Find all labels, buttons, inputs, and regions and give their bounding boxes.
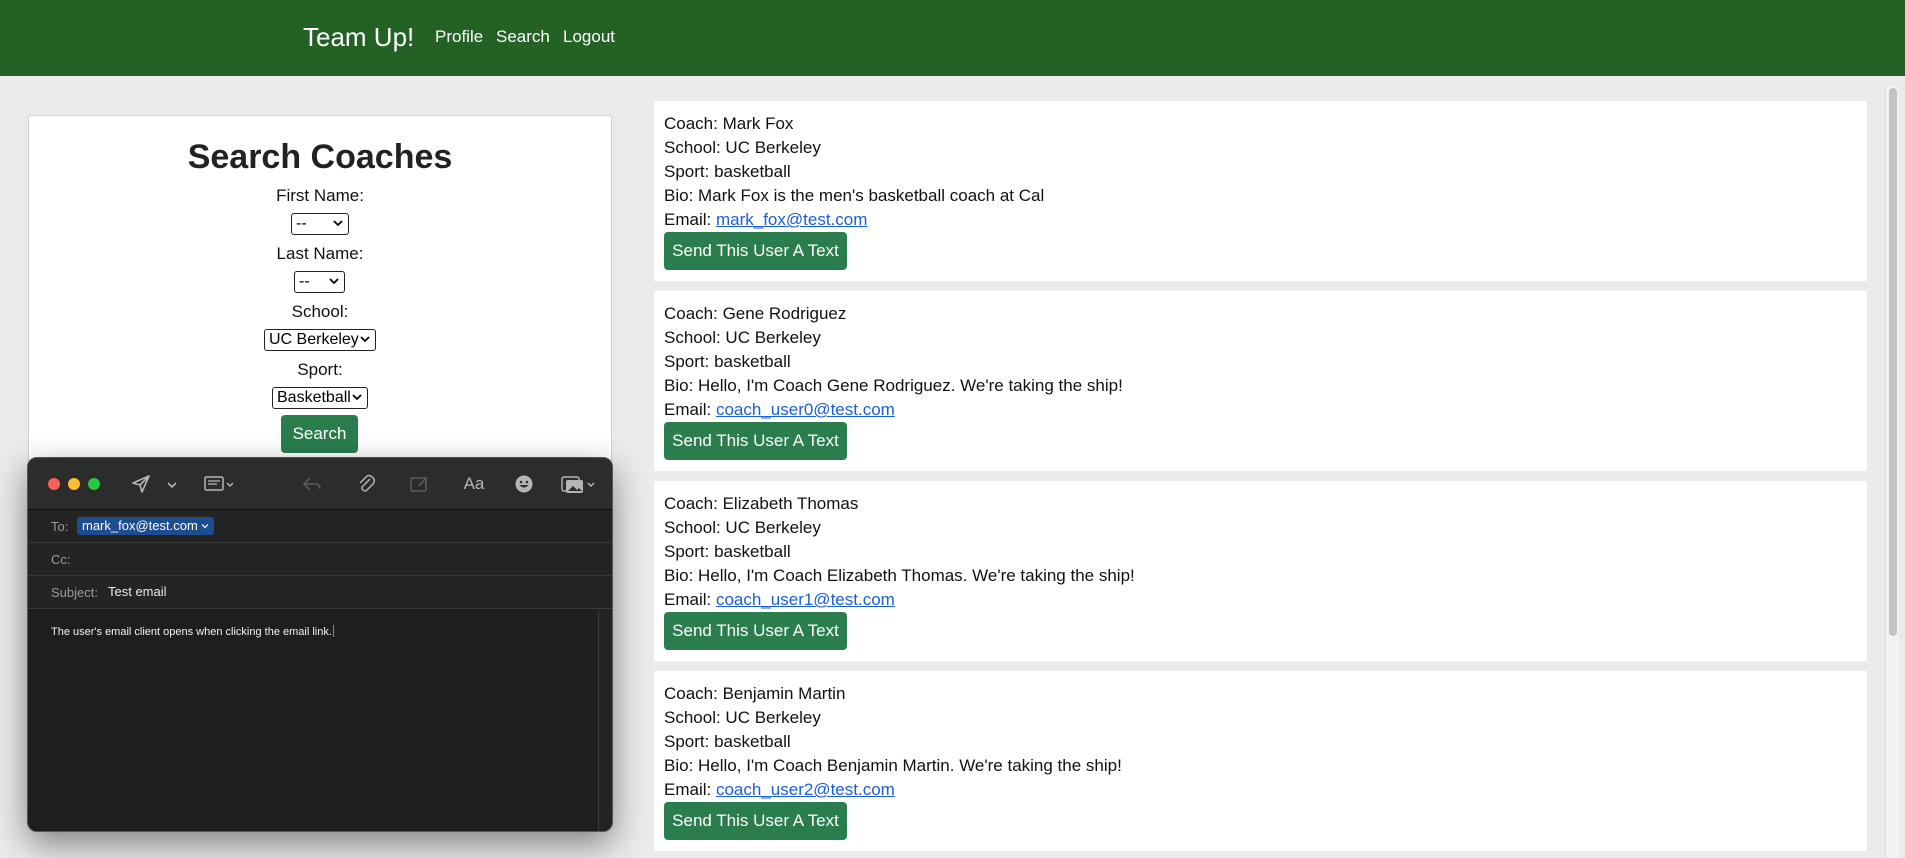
email-label: Email: bbox=[664, 590, 716, 609]
school-select[interactable]: UC Berkeley bbox=[264, 329, 376, 351]
subject-field[interactable]: Subject: Test email bbox=[28, 576, 612, 609]
coach-card: Coach: Elizabeth Thomas School: UC Berke… bbox=[654, 481, 1867, 661]
nav-link-profile[interactable]: Profile bbox=[435, 26, 483, 48]
sport-label: Sport: bbox=[297, 360, 343, 379]
mail-toolbar: Aa bbox=[28, 458, 612, 510]
school-value: UC Berkeley bbox=[269, 331, 359, 348]
markup-icon bbox=[410, 476, 428, 492]
to-label: To: bbox=[51, 519, 69, 534]
chevron-down-icon bbox=[201, 524, 209, 529]
text-cursor bbox=[332, 625, 334, 637]
coach-email-row: Email: mark_fox@test.com bbox=[664, 210, 867, 230]
navbar: Team Up! Profile Search Logout bbox=[0, 0, 1905, 76]
school-label: School: bbox=[291, 302, 349, 321]
chevron-down-icon bbox=[333, 220, 343, 227]
coach-bio: Bio: Hello, I'm Coach Elizabeth Thomas. … bbox=[664, 566, 1135, 585]
page-scrollbar[interactable] bbox=[1885, 86, 1899, 858]
send-text-button[interactable]: Send This User A Text bbox=[664, 422, 847, 460]
emoji-icon[interactable] bbox=[512, 472, 536, 496]
chevron-down-icon bbox=[329, 278, 339, 285]
coach-name: Coach: Benjamin Martin bbox=[664, 684, 846, 703]
coach-sport: Sport: basketball bbox=[664, 542, 791, 561]
email-label: Email: bbox=[664, 210, 716, 229]
coach-school: School: UC Berkeley bbox=[664, 518, 821, 537]
coach-email-row: Email: coach_user1@test.com bbox=[664, 590, 895, 610]
first-name-select[interactable]: -- bbox=[291, 213, 349, 235]
send-text-button[interactable]: Send This User A Text bbox=[664, 802, 847, 840]
email-label: Email: bbox=[664, 780, 716, 799]
coach-bio: Bio: Mark Fox is the men's basketball co… bbox=[664, 186, 1045, 205]
scrollbar-thumb[interactable] bbox=[1889, 88, 1897, 636]
cc-label: Cc: bbox=[51, 552, 71, 567]
minimize-window-button[interactable] bbox=[68, 478, 80, 490]
first-name-label: First Name: bbox=[276, 186, 364, 205]
coach-school: School: UC Berkeley bbox=[664, 328, 821, 347]
search-button[interactable]: Search bbox=[281, 415, 358, 453]
brand-link[interactable]: Team Up! bbox=[303, 21, 414, 53]
coach-card: Coach: Mark Fox School: UC Berkeley Spor… bbox=[654, 101, 1867, 281]
mail-compose-window: Aa To: mark_fox@test.com Cc: Subject: Te… bbox=[27, 457, 613, 832]
last-name-value: -- bbox=[299, 273, 310, 290]
coach-school: School: UC Berkeley bbox=[664, 138, 821, 157]
coach-school: School: UC Berkeley bbox=[664, 708, 821, 727]
coach-card: Coach: Gene Rodriguez School: UC Berkele… bbox=[654, 291, 1867, 471]
coach-email-row: Email: coach_user0@test.com bbox=[664, 400, 895, 420]
coach-bio: Bio: Hello, I'm Coach Gene Rodriguez. We… bbox=[664, 376, 1123, 395]
paperclip-icon[interactable] bbox=[354, 472, 378, 496]
message-scrollbar[interactable] bbox=[598, 610, 612, 831]
to-field[interactable]: To: mark_fox@test.com bbox=[28, 510, 612, 543]
zoom-window-button[interactable] bbox=[88, 478, 100, 490]
search-title: Search Coaches bbox=[187, 138, 453, 176]
coach-name: Coach: Mark Fox bbox=[664, 114, 794, 133]
body-text: The user's email client opens when click… bbox=[51, 626, 332, 638]
subject-value: Test email bbox=[108, 584, 167, 599]
chevron-down-icon bbox=[352, 394, 362, 401]
coach-name: Coach: Elizabeth Thomas bbox=[664, 494, 859, 513]
last-name-select[interactable]: -- bbox=[294, 271, 345, 293]
recipient-token[interactable]: mark_fox@test.com bbox=[77, 517, 215, 535]
coach-sport: Sport: basketball bbox=[664, 732, 791, 751]
sport-select[interactable]: Basketball bbox=[272, 387, 368, 409]
coach-email-row: Email: coach_user2@test.com bbox=[664, 780, 895, 800]
first-name-value: -- bbox=[296, 215, 307, 232]
font-format-button[interactable]: Aa bbox=[460, 472, 488, 496]
coach-sport: Sport: basketball bbox=[664, 352, 791, 371]
coach-card: Coach: Benjamin Martin School: UC Berkel… bbox=[654, 671, 1867, 851]
reply-icon bbox=[302, 477, 321, 491]
coach-bio: Bio: Hello, I'm Coach Benjamin Martin. W… bbox=[664, 756, 1122, 775]
email-label: Email: bbox=[664, 400, 716, 419]
send-text-button[interactable]: Send This User A Text bbox=[664, 612, 847, 650]
cc-field[interactable]: Cc: bbox=[28, 543, 612, 576]
coach-name: Coach: Gene Rodriguez bbox=[664, 304, 847, 323]
nav-link-logout[interactable]: Logout bbox=[563, 26, 615, 48]
search-panel: Search Coaches First Name: -- Last Name:… bbox=[28, 115, 612, 475]
recipient-address: mark_fox@test.com bbox=[82, 518, 198, 533]
send-icon[interactable] bbox=[129, 472, 153, 496]
message-body-text: The user's email client opens when click… bbox=[51, 625, 334, 638]
chevron-down-icon bbox=[360, 336, 370, 343]
coach-sport: Sport: basketball bbox=[664, 162, 791, 181]
close-window-button[interactable] bbox=[48, 478, 60, 490]
header-fields-icon[interactable] bbox=[203, 472, 239, 496]
coach-email-link[interactable]: mark_fox@test.com bbox=[716, 210, 867, 229]
coach-email-link[interactable]: coach_user1@test.com bbox=[716, 590, 895, 609]
photo-browser-icon[interactable] bbox=[560, 472, 598, 496]
nav-link-search[interactable]: Search bbox=[496, 26, 550, 48]
last-name-label: Last Name: bbox=[276, 244, 364, 263]
send-text-button[interactable]: Send This User A Text bbox=[664, 232, 847, 270]
sport-value: Basketball bbox=[277, 389, 351, 406]
coach-email-link[interactable]: coach_user0@test.com bbox=[716, 400, 895, 419]
coach-email-link[interactable]: coach_user2@test.com bbox=[716, 780, 895, 799]
subject-label: Subject: bbox=[51, 585, 98, 600]
message-body[interactable]: The user's email client opens when click… bbox=[28, 610, 598, 831]
chevron-down-icon[interactable] bbox=[165, 472, 179, 496]
